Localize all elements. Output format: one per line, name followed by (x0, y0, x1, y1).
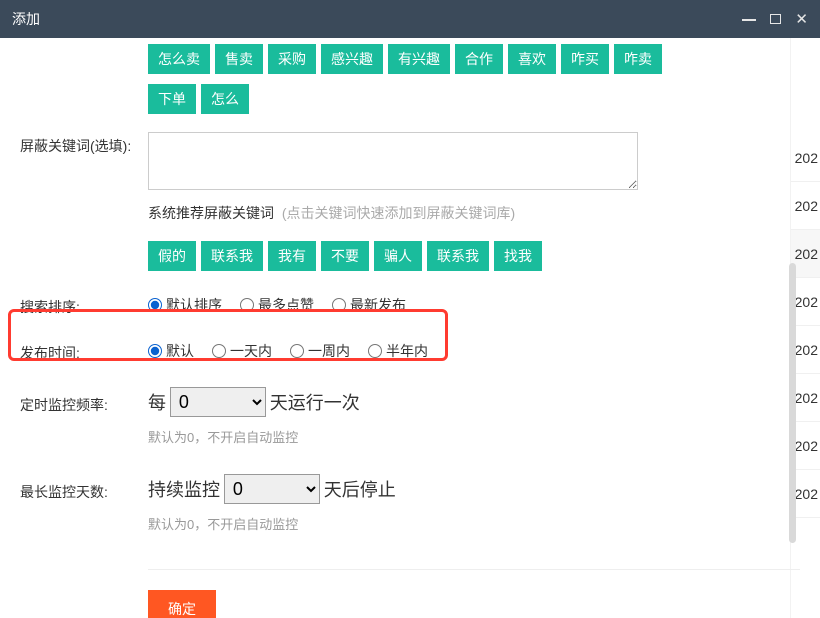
window-title: 添加 (12, 9, 40, 29)
block-tag[interactable]: 找我 (494, 241, 542, 271)
keyword-tag[interactable]: 怎么卖 (148, 44, 210, 74)
radio-input[interactable] (148, 344, 162, 358)
publish-time-option-1week[interactable]: 一周内 (290, 341, 350, 361)
publish-time-group: 默认 一天内 一周内 半年内 (148, 335, 800, 361)
search-sort-option-newest[interactable]: 最新发布 (332, 295, 406, 315)
keyword-tag[interactable]: 售卖 (215, 44, 263, 74)
monitor-freq-label: 定时监控频率: (20, 387, 148, 415)
block-hint-main: 系统推荐屏蔽关键词 (148, 205, 274, 221)
monitor-freq-hint: 默认为0，不开启自动监控 (148, 427, 800, 446)
block-keywords-hint: 系统推荐屏蔽关键词 (点击关键词快速添加到屏蔽关键词库) (148, 203, 800, 223)
keyword-tag[interactable]: 合作 (455, 44, 503, 74)
titlebar: 添加 ✕ (0, 0, 820, 38)
monitor-freq-prefix: 每 (148, 393, 166, 413)
monitor-days-select[interactable]: 0 (224, 474, 320, 504)
close-button[interactable]: ✕ (795, 12, 808, 27)
monitor-days-label: 最长监控天数: (20, 474, 148, 502)
search-sort-option-likes[interactable]: 最多点赞 (240, 295, 314, 315)
monitor-freq-row: 定时监控频率: 每 0 天运行一次 默认为0，不开启自动监控 (20, 387, 800, 446)
search-sort-label: 搜索排序: (20, 289, 148, 317)
publish-time-row: 发布时间: 默认 一天内 一周内 半年内 (20, 335, 800, 363)
maximize-button[interactable] (770, 12, 781, 27)
radio-input[interactable] (332, 298, 346, 312)
dialog-footer: 确定 (148, 569, 800, 618)
block-keywords-input[interactable] (148, 132, 638, 190)
block-keywords-label: 屏蔽关键词(选填): (20, 132, 148, 156)
maximize-icon (770, 14, 781, 24)
radio-input[interactable] (240, 298, 254, 312)
monitor-days-prefix: 持续监控 (148, 480, 220, 500)
monitor-days-hint: 默认为0，不开启自动监控 (148, 514, 800, 533)
keyword-tag[interactable]: 有兴趣 (388, 44, 450, 74)
block-tag[interactable]: 骗人 (374, 241, 422, 271)
publish-time-label: 发布时间: (20, 335, 148, 363)
monitor-days-row: 最长监控天数: 持续监控 0 天后停止 默认为0，不开启自动监控 (20, 474, 800, 533)
minimize-button[interactable] (742, 12, 756, 27)
block-tag[interactable]: 假的 (148, 241, 196, 271)
search-sort-group: 默认排序 最多点赞 最新发布 (148, 289, 800, 315)
confirm-button[interactable]: 确定 (148, 590, 216, 618)
radio-input[interactable] (212, 344, 226, 358)
radio-label: 最新发布 (350, 295, 406, 315)
keyword-tag[interactable]: 下单 (148, 84, 196, 114)
monitor-freq-suffix: 天运行一次 (270, 393, 360, 413)
minimize-icon (742, 19, 756, 21)
keyword-tag[interactable]: 感兴趣 (321, 44, 383, 74)
suggested-tags-row-2: 下单 怎么 (148, 84, 800, 114)
dialog-body: 怎么卖 售卖 采购 感兴趣 有兴趣 合作 喜欢 咋买 咋卖 下单 怎么 屏蔽关键… (0, 38, 820, 618)
keyword-tag[interactable]: 咋买 (561, 44, 609, 74)
publish-time-option-default[interactable]: 默认 (148, 341, 194, 361)
monitor-freq-select[interactable]: 0 (170, 387, 266, 417)
radio-input[interactable] (368, 344, 382, 358)
radio-label: 默认 (166, 341, 194, 361)
radio-label: 一周内 (308, 341, 350, 361)
block-keyword-tags: 假的 联系我 我有 不要 骗人 联系我 找我 (148, 235, 800, 271)
radio-label: 默认排序 (166, 295, 222, 315)
search-sort-row: 搜索排序: 默认排序 最多点赞 最新发布 (20, 289, 800, 317)
suggested-tags-row-1: 怎么卖 售卖 采购 感兴趣 有兴趣 合作 喜欢 咋买 咋卖 (148, 38, 800, 74)
block-tag[interactable]: 联系我 (427, 241, 489, 271)
keyword-tag[interactable]: 喜欢 (508, 44, 556, 74)
block-tag[interactable]: 我有 (268, 241, 316, 271)
block-tag[interactable]: 联系我 (201, 241, 263, 271)
radio-input[interactable] (290, 344, 304, 358)
radio-label: 最多点赞 (258, 295, 314, 315)
monitor-days-suffix: 天后停止 (324, 480, 396, 500)
keyword-tag[interactable]: 怎么 (201, 84, 249, 114)
scrollbar[interactable] (789, 263, 796, 543)
block-hint-sub: (点击关键词快速添加到屏蔽关键词库) (282, 205, 515, 221)
block-tag[interactable]: 不要 (321, 241, 369, 271)
radio-label: 一天内 (230, 341, 272, 361)
publish-time-option-halfyear[interactable]: 半年内 (368, 341, 428, 361)
publish-time-option-1day[interactable]: 一天内 (212, 341, 272, 361)
keyword-tag[interactable]: 咋卖 (614, 44, 662, 74)
search-sort-option-default[interactable]: 默认排序 (148, 295, 222, 315)
radio-label: 半年内 (386, 341, 428, 361)
keyword-tag[interactable]: 采购 (268, 44, 316, 74)
window-controls: ✕ (742, 12, 808, 27)
block-keywords-row: 屏蔽关键词(选填): (20, 132, 800, 193)
radio-input[interactable] (148, 298, 162, 312)
